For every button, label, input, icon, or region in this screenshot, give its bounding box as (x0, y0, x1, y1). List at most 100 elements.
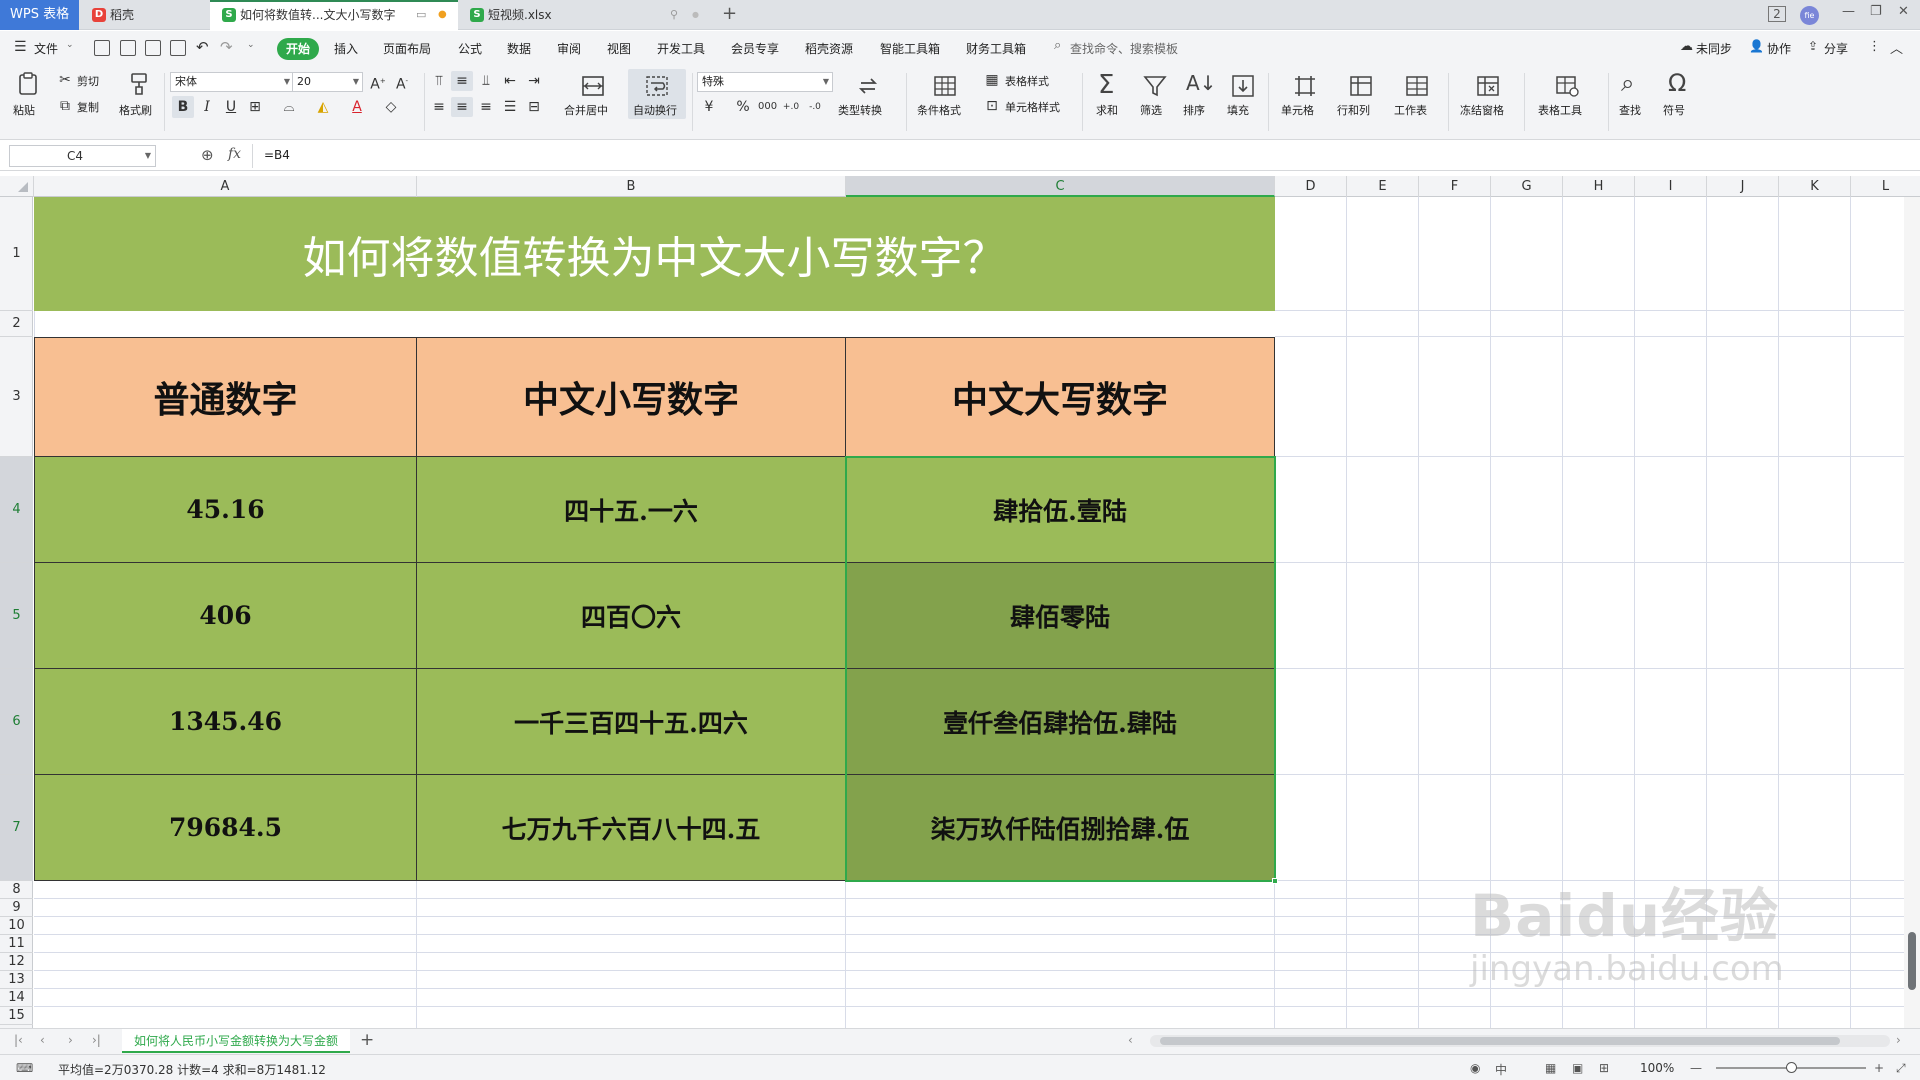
data-cell-b7[interactable]: 七万九千六百八十四.五 (416, 774, 846, 881)
align-right-icon[interactable]: ≡ (477, 98, 495, 116)
column-header-k[interactable]: K (1779, 176, 1851, 197)
save-icon[interactable] (94, 40, 110, 56)
align-top-icon[interactable]: ⫪ (430, 72, 448, 90)
macro-icon[interactable]: ⌨ (16, 1061, 33, 1075)
cell-icon[interactable] (1292, 73, 1318, 99)
find-button[interactable]: 查找 (1619, 102, 1641, 118)
row-col-icon[interactable] (1348, 73, 1374, 99)
row-header-1[interactable]: 1 (0, 197, 33, 311)
tab-formulas[interactable]: 公式 (458, 40, 482, 57)
row-header-5[interactable]: 5 (0, 563, 33, 669)
wps-logo[interactable]: WPS 表格 (0, 0, 79, 30)
vertical-scrollbar[interactable] (1904, 197, 1920, 1028)
copy-button[interactable]: 复制 (77, 99, 99, 115)
column-header-d[interactable]: D (1275, 176, 1347, 197)
table-style-button[interactable]: 表格样式 (1005, 73, 1049, 89)
font-color-icon[interactable]: A (348, 98, 366, 116)
thousands-icon[interactable]: 000 (758, 98, 777, 116)
sum-icon[interactable]: Σ (1098, 70, 1114, 100)
print-icon[interactable] (145, 40, 161, 56)
merge-center-button[interactable]: 合并居中 (564, 102, 608, 118)
sheet-title-cell[interactable]: 如何将数值转换为中文大小写数字？ (34, 197, 1275, 311)
command-search[interactable]: 查找命令、搜索模板 (1070, 40, 1178, 57)
increase-decimal-icon[interactable]: +.0 (782, 98, 800, 116)
table-tools-button[interactable]: 表格工具 (1538, 102, 1582, 118)
monitor-icon[interactable]: ▭ (416, 2, 426, 28)
border-icon[interactable]: ⊞ (246, 98, 264, 116)
chevron-down-icon[interactable]: ⌄ (66, 40, 74, 50)
fill-icon[interactable] (1230, 73, 1256, 99)
header-cell-a3[interactable]: 普通数字 (34, 337, 417, 457)
fill-color-icon[interactable]: ◭ (314, 98, 332, 116)
decrease-font-icon[interactable]: A- (393, 72, 411, 93)
data-cell-a6[interactable]: 1345.46 (34, 668, 417, 775)
filter-icon[interactable] (1142, 73, 1168, 99)
tab-data[interactable]: 数据 (507, 40, 531, 57)
next-sheet-icon[interactable]: › (68, 1033, 73, 1047)
sheet-tab-active[interactable]: 如何将人民币小写金额转换为大写金额 (122, 1029, 351, 1053)
row-header-14[interactable]: 14 (0, 989, 33, 1007)
clear-format-icon[interactable]: ◇ (382, 98, 400, 116)
chevron-down-icon[interactable]: ⌄ (247, 40, 255, 50)
first-sheet-icon[interactable]: |‹ (14, 1033, 23, 1047)
print-preview-icon[interactable] (170, 40, 186, 56)
font-name-select[interactable]: 宋体 ▼ (170, 72, 294, 92)
tab-smart-toolbox[interactable]: 智能工具箱 (880, 40, 940, 57)
freeze-panes-icon[interactable] (1475, 73, 1501, 99)
data-cell-a5[interactable]: 406 (34, 562, 417, 669)
paste-button[interactable]: 粘贴 (13, 102, 35, 118)
column-header-h[interactable]: H (1563, 176, 1635, 197)
share-button[interactable]: 分享 (1824, 40, 1848, 57)
table-tools-icon[interactable] (1554, 73, 1580, 99)
conditional-format-icon[interactable] (932, 73, 958, 99)
tab-home[interactable]: 开始 (277, 38, 319, 60)
symbol-button[interactable]: 符号 (1663, 102, 1685, 118)
tab-developer[interactable]: 开发工具 (657, 40, 705, 57)
chevron-down-icon[interactable]: ▼ (145, 146, 151, 166)
scroll-thumb[interactable] (1908, 932, 1916, 990)
increase-font-icon[interactable]: A+ (369, 72, 387, 93)
tab-daoke[interactable]: D 稻壳 (80, 0, 210, 30)
tab-insert[interactable]: 插入 (334, 40, 358, 57)
italic-icon[interactable]: I (198, 98, 216, 116)
indent-decrease-icon[interactable]: ⇤ (501, 72, 519, 90)
fill-handle[interactable] (1272, 878, 1278, 884)
cell-grid[interactable]: 如何将数值转换为中文大小写数字？ 普通数字 中文小写数字 中文大写数字 45.1… (34, 197, 1920, 1028)
column-header-i[interactable]: I (1635, 176, 1707, 197)
worksheet-icon[interactable] (1404, 73, 1430, 99)
menu-file[interactable]: 文件 (34, 40, 58, 57)
header-cell-b3[interactable]: 中文小写数字 (416, 337, 846, 457)
scroll-left-icon[interactable]: ‹ (1128, 1033, 1133, 1047)
more-icon[interactable]: ⋮ (1868, 39, 1881, 54)
data-cell-b4[interactable]: 四十五.一六 (416, 456, 846, 563)
sync-status[interactable]: 未同步 (1696, 40, 1732, 57)
new-tab-button[interactable]: + (722, 3, 737, 24)
scissors-icon[interactable]: ✂ (56, 71, 74, 89)
avatar[interactable]: fie (1800, 6, 1819, 25)
zoom-out-icon[interactable]: — (1690, 1061, 1702, 1075)
decrease-decimal-icon[interactable]: -.0 (806, 98, 824, 116)
format-painter-button[interactable]: 格式刷 (119, 102, 152, 118)
tab-member[interactable]: 会员专享 (731, 40, 779, 57)
scroll-right-icon[interactable]: › (1896, 1033, 1901, 1047)
merge-center-icon[interactable] (580, 73, 606, 99)
wrap-text-button[interactable]: 自动换行 (633, 102, 677, 118)
wrap-text-icon[interactable] (644, 73, 670, 99)
currency-icon[interactable]: ¥ (700, 98, 718, 116)
normal-view-icon[interactable]: ▦ (1545, 1061, 1556, 1075)
collapse-ribbon-icon[interactable]: ︿ (1890, 38, 1903, 57)
add-sheet-button[interactable]: + (360, 1030, 374, 1050)
tab-page-layout[interactable]: 页面布局 (383, 40, 431, 57)
tab-video-xlsx[interactable]: S 短视频.xlsx ⚲ ● (458, 0, 708, 30)
zoom-slider-handle[interactable] (1786, 1062, 1797, 1073)
percent-icon[interactable]: % (734, 98, 752, 116)
row-header-13[interactable]: 13 (0, 971, 33, 989)
row-header-2[interactable]: 2 (0, 311, 33, 337)
sort-icon[interactable]: A↓ (1186, 71, 1216, 95)
column-header-a[interactable]: A (34, 176, 417, 197)
align-bottom-icon[interactable]: ⫫ (477, 72, 495, 90)
column-header-f[interactable]: F (1419, 176, 1491, 197)
align-left-icon[interactable]: ≡ (430, 98, 448, 116)
sum-button[interactable]: 求和 (1096, 102, 1118, 118)
data-cell-b5[interactable]: 四百〇六 (416, 562, 846, 669)
